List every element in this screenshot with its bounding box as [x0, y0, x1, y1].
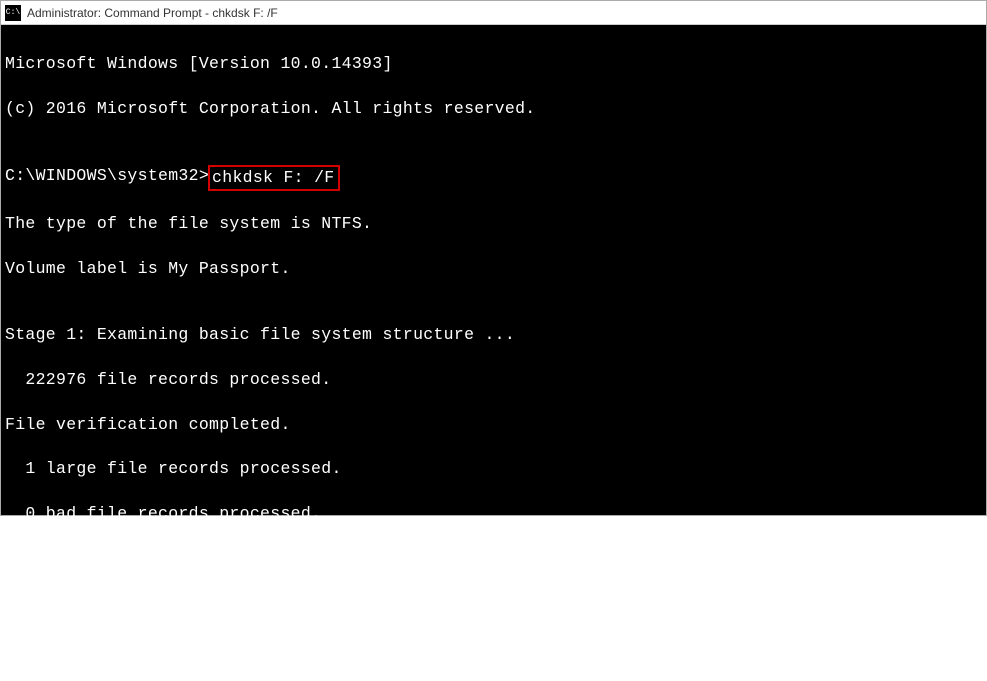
command-highlight: chkdsk F: /F [208, 165, 340, 191]
output-line: 222976 file records processed. [5, 369, 982, 391]
output-line: Stage 2: Examining file name linkage ... [5, 569, 982, 591]
output-line: Microsoft Windows [Version 10.0.14393] [5, 53, 982, 75]
output-line: Stage 1: Examining basic file system str… [5, 324, 982, 346]
icon-glyph: C:\ [6, 8, 20, 17]
command-prompt-window: C:\ Administrator: Command Prompt - chkd… [0, 0, 987, 516]
terminal-output[interactable]: Microsoft Windows [Version 10.0.14393] (… [1, 25, 986, 515]
output-line: The type of the file system is NTFS. [5, 213, 982, 235]
output-line: Volume label is My Passport. [5, 258, 982, 280]
prompt-line: C:\WINDOWS\system32>chkdsk F: /F [5, 165, 982, 191]
output-line: Progress: 228808 of 255320 done; Stage: … [5, 614, 982, 636]
output-line: 0 bad file records processed. [5, 503, 982, 525]
output-line: 1 large file records processed. [5, 458, 982, 480]
window-title: Administrator: Command Prompt - chkdsk F… [27, 6, 278, 20]
output-line: (c) 2016 Microsoft Corporation. All righ… [5, 98, 982, 120]
output-line: File verification completed. [5, 414, 982, 436]
title-bar[interactable]: C:\ Administrator: Command Prompt - chkd… [1, 1, 986, 25]
prompt-path: C:\WINDOWS\system32> [5, 165, 209, 191]
app-icon: C:\ [5, 5, 21, 21]
